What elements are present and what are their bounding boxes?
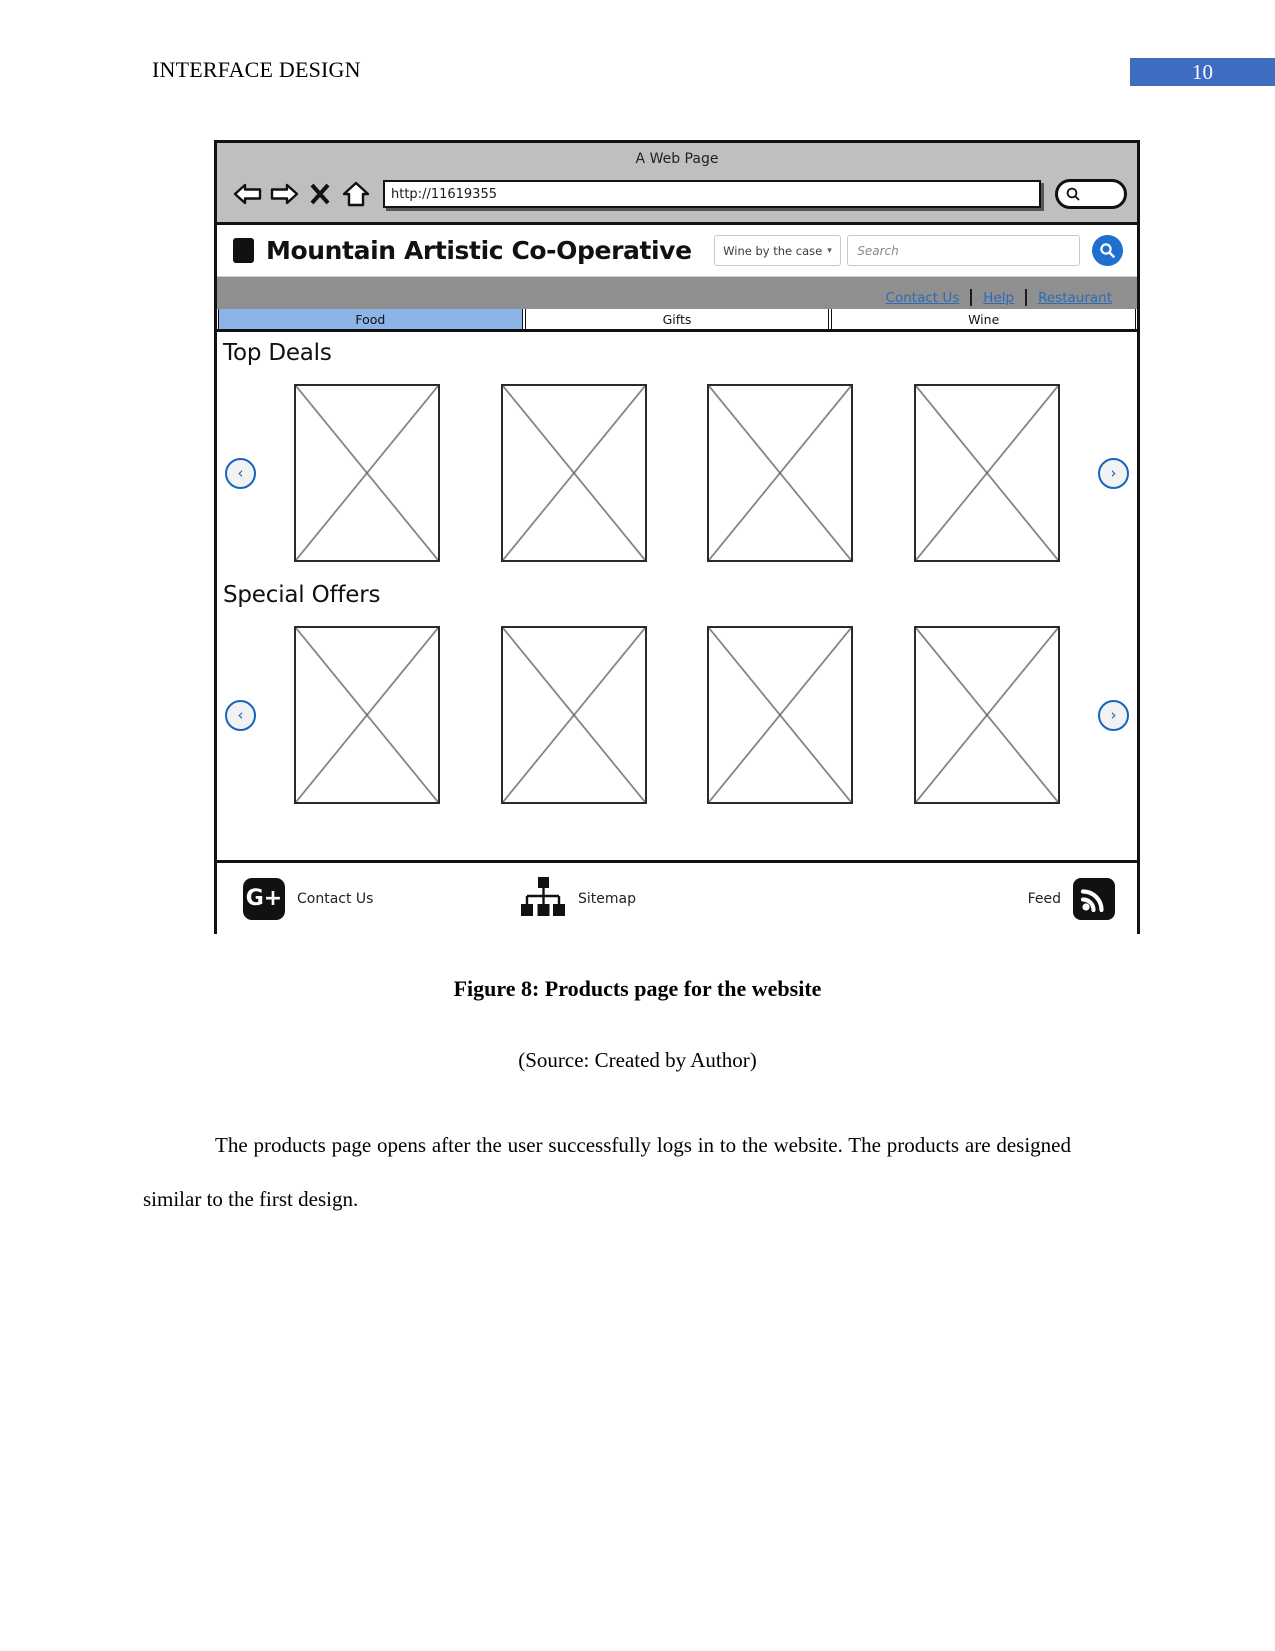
utility-link-restaurant[interactable]: Restaurant [1027, 290, 1123, 306]
page-number: 10 [1130, 58, 1275, 86]
section-title-top-deals: Top Deals [223, 340, 332, 366]
utility-link-help[interactable]: Help [972, 290, 1025, 306]
url-input[interactable]: http://11619355 [383, 180, 1041, 208]
carousel-items-top-deals [264, 384, 1090, 562]
back-arrow-icon[interactable] [231, 177, 265, 211]
running-head: INTERFACE DESIGN [152, 57, 361, 82]
google-plus-icon: G+ [243, 877, 285, 920]
site-search-placeholder: Search [857, 243, 899, 258]
footer-contact-label: Contact Us [297, 890, 374, 907]
magnifier-icon [1066, 187, 1080, 201]
footer-feed-label: Feed [1027, 890, 1061, 907]
offer-thumbnail[interactable] [294, 626, 441, 804]
product-thumbnail[interactable] [294, 384, 441, 562]
browser-window-title: A Web Page [635, 151, 719, 167]
search-button[interactable] [1092, 235, 1123, 266]
product-thumbnail[interactable] [707, 384, 854, 562]
site-footer: G+ Contact Us Sitemap Feed [217, 860, 1137, 934]
site-search-input[interactable]: Search [847, 235, 1080, 266]
tab-gifts[interactable]: Gifts [524, 309, 830, 329]
brand-logo-icon [233, 238, 254, 263]
carousel-next-button-special-offers[interactable]: › [1098, 699, 1129, 731]
carousel-items-special-offers [264, 626, 1090, 804]
footer-contact-us[interactable]: G+ Contact Us [243, 877, 374, 920]
product-thumbnail[interactable] [500, 384, 647, 562]
footer-feed[interactable]: Feed [1027, 877, 1115, 920]
carousel-special-offers: ‹ › [217, 614, 1137, 816]
close-icon[interactable] [303, 177, 337, 211]
offer-thumbnail[interactable] [500, 626, 647, 804]
figure-source: (Source: Created by Author) [518, 1048, 757, 1072]
carousel-prev-button-top-deals[interactable]: ‹ [225, 457, 256, 489]
chevron-down-icon: ▾ [827, 245, 832, 256]
category-select-label: Wine by the case [723, 243, 823, 258]
carousel-next-button-top-deals[interactable]: › [1098, 457, 1129, 489]
footer-sitemap-label: Sitemap [578, 890, 636, 907]
page-content: Top Deals ‹ › Special Offers ‹ › [217, 332, 1137, 860]
utility-link-contact-us[interactable]: Contact Us [875, 290, 971, 306]
home-icon[interactable] [339, 177, 373, 211]
rss-icon [1073, 877, 1115, 920]
carousel-top-deals: ‹ › [217, 372, 1137, 574]
body-paragraph: The products page opens after the user s… [143, 1133, 1071, 1211]
figure-caption: Figure 8: Products page for the website [453, 976, 822, 1001]
tab-wine[interactable]: Wine [831, 309, 1137, 329]
forward-arrow-icon[interactable] [267, 177, 301, 211]
browser-search-box[interactable] [1055, 179, 1127, 209]
offer-thumbnail[interactable] [913, 626, 1060, 804]
primary-tabs: Food Gifts Wine [217, 309, 1137, 332]
footer-sitemap[interactable]: Sitemap [520, 876, 636, 922]
section-title-special-offers: Special Offers [223, 582, 381, 608]
url-text: http://11619355 [391, 186, 497, 202]
brand-name: Mountain Artistic Co-Operative [266, 236, 692, 265]
browser-chrome: A Web Page http://11619355 [217, 143, 1137, 225]
document-header: INTERFACE DESIGN 10 [0, 0, 1275, 110]
product-thumbnail[interactable] [913, 384, 1060, 562]
tab-food[interactable]: Food [218, 309, 523, 329]
search-icon [1100, 243, 1115, 258]
site-header: Mountain Artistic Co-Operative Wine by t… [217, 225, 1137, 277]
sitemap-icon [520, 876, 566, 922]
utility-nav: Contact Us Help Restaurant [217, 277, 1137, 309]
category-select[interactable]: Wine by the case ▾ [713, 235, 842, 266]
wireframe-figure: A Web Page http://11619355 Mountain Arti… [214, 140, 1140, 934]
carousel-prev-button-special-offers[interactable]: ‹ [225, 699, 256, 731]
offer-thumbnail[interactable] [707, 626, 854, 804]
